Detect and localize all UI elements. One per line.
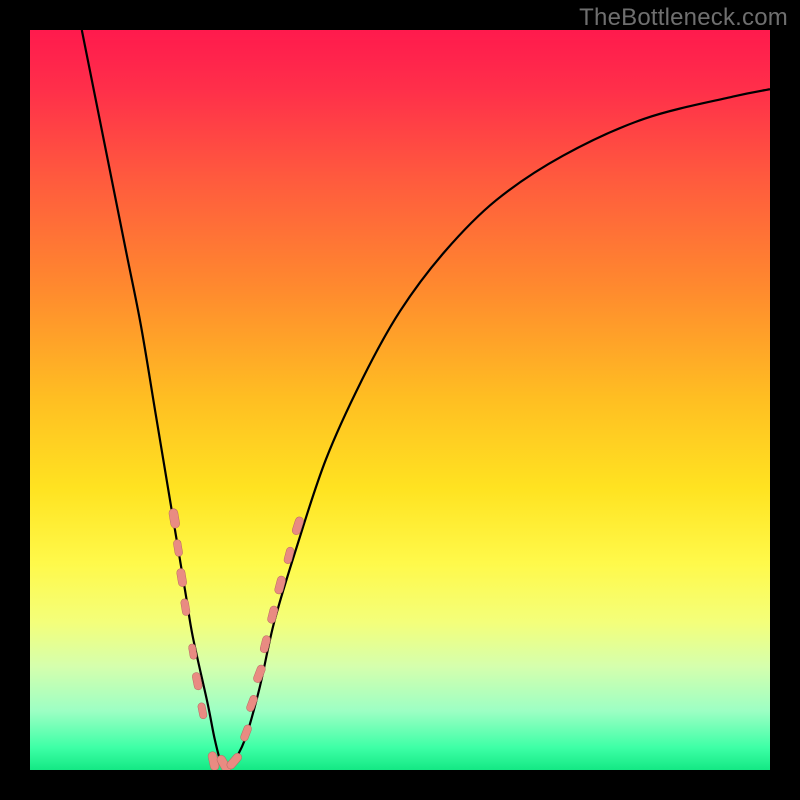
gradient-background	[30, 30, 770, 770]
outer-frame: TheBottleneck.com	[0, 0, 800, 800]
chart-svg	[30, 30, 770, 770]
watermark-text: TheBottleneck.com	[579, 4, 788, 32]
plot-area	[30, 30, 770, 770]
